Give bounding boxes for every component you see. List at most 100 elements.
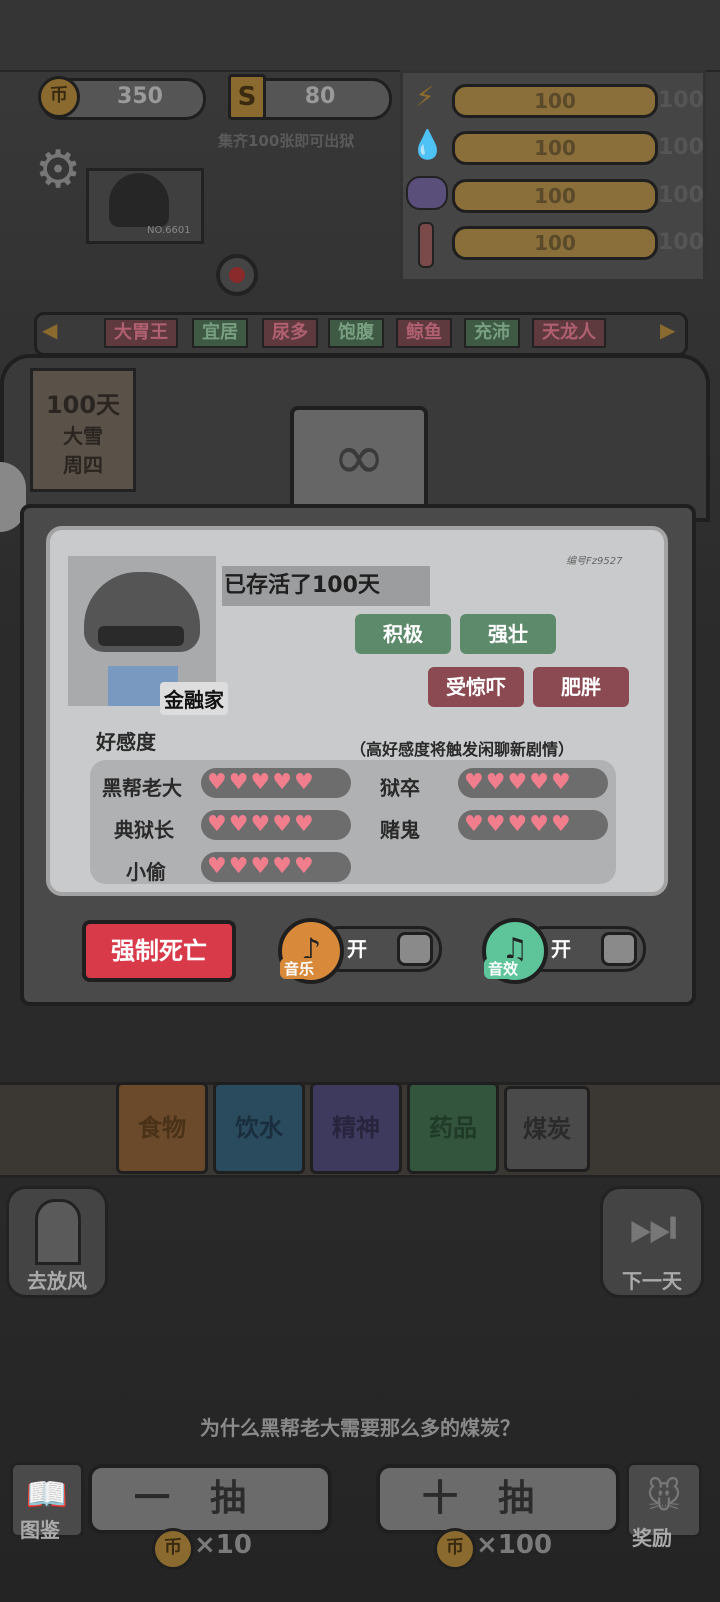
heart-icon: ♥ bbox=[228, 812, 249, 837]
energy-bar: 100 bbox=[452, 84, 658, 118]
trait-chip[interactable]: 尿多 bbox=[262, 318, 318, 348]
heart-icon: ♥ bbox=[550, 812, 571, 837]
heart-icon: ♥ bbox=[464, 770, 484, 795]
good-tag: 积极 bbox=[355, 614, 451, 654]
trait-chip[interactable]: 饱腹 bbox=[328, 318, 384, 348]
photo-silhouette bbox=[109, 173, 169, 227]
coin-icon: 币 bbox=[38, 76, 80, 118]
heart-icon: ♥ bbox=[529, 812, 549, 837]
gear-icon[interactable]: ⚙ bbox=[30, 142, 86, 198]
skip-icon: ⏭ bbox=[628, 1195, 678, 1258]
favor-name: 小偷 bbox=[126, 860, 166, 884]
hearts-row: ♥ ♥ ♥ ♥ ♥ bbox=[201, 768, 351, 798]
thermometer-icon bbox=[418, 222, 434, 268]
heart-icon: ♥ bbox=[250, 854, 271, 879]
temperature-side: 100 bbox=[658, 230, 704, 255]
heart-icon: ♥ bbox=[293, 770, 314, 795]
heart-icon: ♥ bbox=[293, 854, 314, 879]
heart-icon: ♥ bbox=[250, 770, 271, 795]
energy-value: 100 bbox=[534, 89, 576, 113]
scroll-left-icon[interactable]: ◀ bbox=[42, 318, 57, 342]
coin-icon: 币 bbox=[434, 1528, 476, 1570]
music-knob[interactable] bbox=[397, 932, 433, 966]
sfx-state: 开 bbox=[551, 937, 571, 961]
go-outside-button[interactable]: 去放风 bbox=[6, 1186, 108, 1298]
favor-name: 狱卒 bbox=[380, 776, 420, 800]
heart-icon: ♥ bbox=[228, 854, 249, 879]
heart-icon: ♥ bbox=[207, 770, 227, 795]
category-medicine[interactable]: 药品 bbox=[407, 1082, 499, 1174]
heart-icon: ♥ bbox=[272, 812, 292, 837]
scroll-right-icon[interactable]: ▶ bbox=[660, 318, 675, 342]
hint-question: 为什么黑帮老大需要那么多的煤炭？ bbox=[200, 1416, 520, 1440]
water-drop-icon: 💧 bbox=[410, 128, 445, 161]
favor-name: 赌鬼 bbox=[380, 818, 420, 842]
draw-one-cost: ×10 bbox=[194, 1530, 252, 1560]
coin-icon: 币 bbox=[152, 1528, 194, 1570]
reward-label: 奖励 bbox=[632, 1526, 672, 1550]
brain-icon bbox=[406, 176, 448, 210]
energy-icon: ⚡ bbox=[415, 80, 435, 113]
survived-days: 已存活了100天 bbox=[222, 566, 430, 606]
music-label: 音乐 bbox=[280, 958, 319, 979]
heart-icon: ♥ bbox=[272, 770, 292, 795]
ticket-value: 80 bbox=[304, 84, 336, 109]
category-water[interactable]: 饮水 bbox=[213, 1082, 305, 1174]
energy-side: 100 bbox=[658, 88, 704, 113]
hearts-row: ♥ ♥ ♥ ♥ ♥ bbox=[201, 852, 351, 882]
category-coal[interactable]: 煤炭 bbox=[504, 1086, 590, 1172]
heart-icon: ♥ bbox=[485, 812, 506, 837]
trait-chip[interactable]: 大胃王 bbox=[104, 318, 178, 348]
category-food[interactable]: 食物 bbox=[116, 1082, 208, 1174]
hearts-row: ♥ ♥ ♥ ♥ ♥ bbox=[458, 768, 608, 798]
trait-chip[interactable]: 宜居 bbox=[192, 318, 248, 348]
mental-value: 100 bbox=[534, 184, 576, 208]
prisoner-photo: NO.6601 bbox=[86, 168, 204, 244]
calendar-weather: 大雪 bbox=[63, 424, 103, 448]
job-label: 金融家 bbox=[160, 682, 228, 715]
heart-icon: ♥ bbox=[293, 812, 314, 837]
serial-number: 编号Fz9527 bbox=[566, 556, 623, 567]
wall-row bbox=[0, 0, 720, 72]
photo-number: NO.6601 bbox=[147, 225, 191, 236]
hearts-row: ♥ ♥ ♥ ♥ ♥ bbox=[201, 810, 351, 840]
camera-red-light bbox=[229, 267, 245, 283]
draw-ten-button[interactable]: 十抽 bbox=[376, 1464, 620, 1534]
favor-hint: （高好感度将触发闲聊新剧情） bbox=[350, 740, 575, 759]
calendar-weekday: 周四 bbox=[63, 453, 103, 477]
bad-tag: 受惊吓 bbox=[428, 667, 524, 707]
trait-chip[interactable]: 天龙人 bbox=[532, 318, 606, 348]
heart-icon: ♥ bbox=[228, 770, 249, 795]
calendar: 100天 大雪 周四 bbox=[30, 368, 136, 492]
favor-name: 典狱长 bbox=[114, 818, 174, 842]
camera-lens bbox=[216, 254, 258, 296]
door-icon bbox=[35, 1199, 81, 1265]
good-tag: 强壮 bbox=[460, 614, 556, 654]
mental-bar: 100 bbox=[452, 179, 658, 213]
heart-icon: ♥ bbox=[207, 812, 227, 837]
next-day-button[interactable]: ⏭ 下一天 bbox=[600, 1186, 704, 1298]
category-spirit[interactable]: 精神 bbox=[310, 1082, 402, 1174]
draw-one-button[interactable]: 一抽 bbox=[88, 1464, 332, 1534]
collect-hint: 集齐100张即可出狱 bbox=[218, 132, 355, 150]
trait-chip[interactable]: 鲸鱼 bbox=[396, 318, 452, 348]
gallery-label: 图鉴 bbox=[20, 1518, 60, 1542]
heart-icon: ♥ bbox=[207, 854, 227, 879]
temperature-value: 100 bbox=[534, 231, 576, 255]
sfx-knob[interactable] bbox=[601, 932, 637, 966]
mental-side: 100 bbox=[658, 183, 704, 208]
heart-icon: ♥ bbox=[529, 770, 549, 795]
draw-ten-cost: ×100 bbox=[476, 1530, 553, 1560]
coin-value: 350 bbox=[117, 84, 163, 109]
music-state: 开 bbox=[347, 937, 367, 961]
ticket-icon: S bbox=[228, 74, 266, 120]
heart-icon: ♥ bbox=[250, 812, 271, 837]
sfx-label: 音效 bbox=[484, 958, 523, 979]
heart-icon: ♥ bbox=[272, 854, 292, 879]
trait-chip[interactable]: 充沛 bbox=[464, 318, 520, 348]
calendar-days: 100天 bbox=[45, 391, 121, 419]
go-outside-label: 去放风 bbox=[27, 1269, 87, 1293]
water-bar: 100 bbox=[452, 131, 658, 165]
temperature-bar: 100 bbox=[452, 226, 658, 260]
force-death-button[interactable]: 强制死亡 bbox=[82, 920, 236, 982]
